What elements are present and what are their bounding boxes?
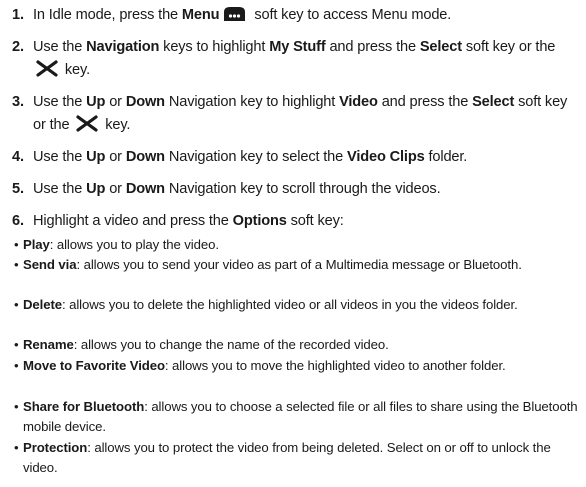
option-send-via: • Send via: allows you to send your vide… bbox=[14, 255, 580, 275]
option-text: Protection: allows you to protect the vi… bbox=[14, 438, 580, 477]
option-rename: • Rename: allows you to change the name … bbox=[14, 335, 580, 355]
step-5: 5. Use the Up or Down Navigation key to … bbox=[12, 178, 580, 201]
video-clips-label: Video Clips bbox=[347, 149, 425, 165]
step-number: 3. bbox=[12, 94, 24, 110]
step-text-part: soft key: bbox=[286, 213, 344, 229]
option-term: Share for Bluetooth bbox=[23, 399, 145, 414]
step-2: 2. Use the Navigation keys to highlight … bbox=[12, 36, 580, 82]
option-text: Play: allows you to play the video. bbox=[14, 235, 580, 255]
down-key-label: Down bbox=[125, 181, 165, 197]
step-text-part: soft key or the bbox=[461, 39, 556, 55]
up-key-label: Up bbox=[86, 149, 106, 165]
step-text-part: or bbox=[105, 94, 126, 110]
option-description: : allows you to change the name of the r… bbox=[73, 337, 389, 352]
step-text: Use the Up or Down Navigation key to sel… bbox=[12, 146, 580, 169]
option-protection: • Protection: allows you to protect the … bbox=[14, 438, 580, 477]
step-text: Use the Up or Down Navigation key to scr… bbox=[12, 178, 580, 201]
step-text-part: or bbox=[105, 149, 126, 165]
down-key-label: Down bbox=[125, 94, 165, 110]
bullet-dot: • bbox=[14, 440, 19, 455]
step-text-part: or bbox=[105, 181, 126, 197]
bullet-dot: • bbox=[14, 237, 19, 252]
down-key-label: Down bbox=[125, 149, 165, 165]
option-move-to-favorite-video: • Move to Favorite Video: allows you to … bbox=[14, 356, 580, 376]
step-text-part: keys to highlight bbox=[159, 39, 270, 55]
step-text-part: key. bbox=[101, 117, 131, 133]
option-term: Send via bbox=[23, 257, 77, 272]
step-text-part: folder. bbox=[424, 149, 468, 165]
step-number: 4. bbox=[12, 149, 24, 165]
option-text: Move to Favorite Video: allows you to mo… bbox=[14, 356, 580, 376]
option-text: Share for Bluetooth: allows you to choos… bbox=[14, 397, 580, 436]
step-text-part: and press the bbox=[377, 94, 473, 110]
step-number: 6. bbox=[12, 213, 24, 229]
option-description: : allows you to protect the video from b… bbox=[23, 440, 551, 475]
option-play: • Play: allows you to play the video. bbox=[14, 235, 580, 255]
option-description: : allows you to move the highlighted vid… bbox=[164, 358, 506, 373]
up-key-label: Up bbox=[86, 94, 106, 110]
video-label: Video bbox=[339, 94, 378, 110]
menu-key-icon bbox=[224, 7, 246, 21]
up-key-label: Up bbox=[86, 181, 106, 197]
bullet-dot: • bbox=[14, 399, 19, 414]
step-text-part: Use the bbox=[33, 181, 87, 197]
step-text-part: Navigation key to select the bbox=[164, 149, 348, 165]
step-text-part: Navigation key to highlight bbox=[164, 94, 340, 110]
ok-key-icon bbox=[36, 60, 58, 77]
step-text-part: key. bbox=[61, 62, 90, 78]
step-4: 4. Use the Up or Down Navigation key to … bbox=[12, 146, 580, 169]
option-term: Move to Favorite Video bbox=[23, 358, 165, 373]
step-text: Highlight a video and press the Options … bbox=[12, 210, 580, 233]
menu-key-label: Menu bbox=[181, 7, 220, 23]
option-text: Delete: allows you to delete the highlig… bbox=[14, 295, 580, 315]
my-stuff-label: My Stuff bbox=[269, 39, 326, 55]
options-key-label: Options bbox=[232, 213, 287, 229]
step-text-part: soft key to access Menu mode. bbox=[250, 7, 452, 23]
option-term: Play bbox=[23, 237, 50, 252]
option-term: Delete bbox=[23, 297, 62, 312]
select-key-label: Select bbox=[472, 94, 515, 110]
select-key-label: Select bbox=[419, 39, 462, 55]
step-number: 5. bbox=[12, 181, 24, 197]
bullet-dot: • bbox=[14, 257, 19, 272]
step-text: Use the Navigation keys to highlight My … bbox=[12, 36, 580, 82]
option-delete: • Delete: allows you to delete the highl… bbox=[14, 295, 580, 315]
step-1: 1. In Idle mode, press the Menu soft key… bbox=[12, 4, 580, 27]
step-number: 1. bbox=[12, 7, 24, 23]
option-text: Send via: allows you to send your video … bbox=[14, 255, 580, 275]
step-text-part: and press the bbox=[325, 39, 420, 55]
step-text: Use the Up or Down Navigation key to hig… bbox=[12, 91, 580, 137]
option-term: Rename bbox=[23, 337, 74, 352]
bullet-dot: • bbox=[14, 358, 19, 373]
option-share-for-bluetooth: • Share for Bluetooth: allows you to cho… bbox=[14, 397, 580, 436]
step-text-part: Navigation key to scroll through the vid… bbox=[164, 181, 441, 197]
step-number: 2. bbox=[12, 39, 24, 55]
option-text: Rename: allows you to change the name of… bbox=[14, 335, 580, 355]
step-text: In Idle mode, press the Menu soft key to… bbox=[12, 4, 580, 27]
step-text-part: In Idle mode, press the bbox=[33, 7, 182, 23]
step-text-part: Highlight a video and press the bbox=[33, 213, 233, 229]
ok-key-icon bbox=[76, 115, 98, 132]
bullet-dot: • bbox=[14, 337, 19, 352]
instruction-page: 1. In Idle mode, press the Menu soft key… bbox=[0, 0, 586, 487]
step-6: 6. Highlight a video and press the Optio… bbox=[12, 210, 580, 233]
bullet-dot: • bbox=[14, 297, 19, 312]
option-description: : allows you to play the video. bbox=[49, 237, 219, 252]
navigation-key-label: Navigation bbox=[86, 39, 160, 55]
step-3: 3. Use the Up or Down Navigation key to … bbox=[12, 91, 580, 137]
option-description: : allows you to send your video as part … bbox=[76, 257, 522, 272]
step-text-part: Use the bbox=[33, 39, 87, 55]
step-text-part: Use the bbox=[33, 94, 87, 110]
option-description: : allows you to delete the highlighted v… bbox=[61, 297, 518, 312]
step-text-part: Use the bbox=[33, 149, 87, 165]
option-term: Protection bbox=[23, 440, 88, 455]
